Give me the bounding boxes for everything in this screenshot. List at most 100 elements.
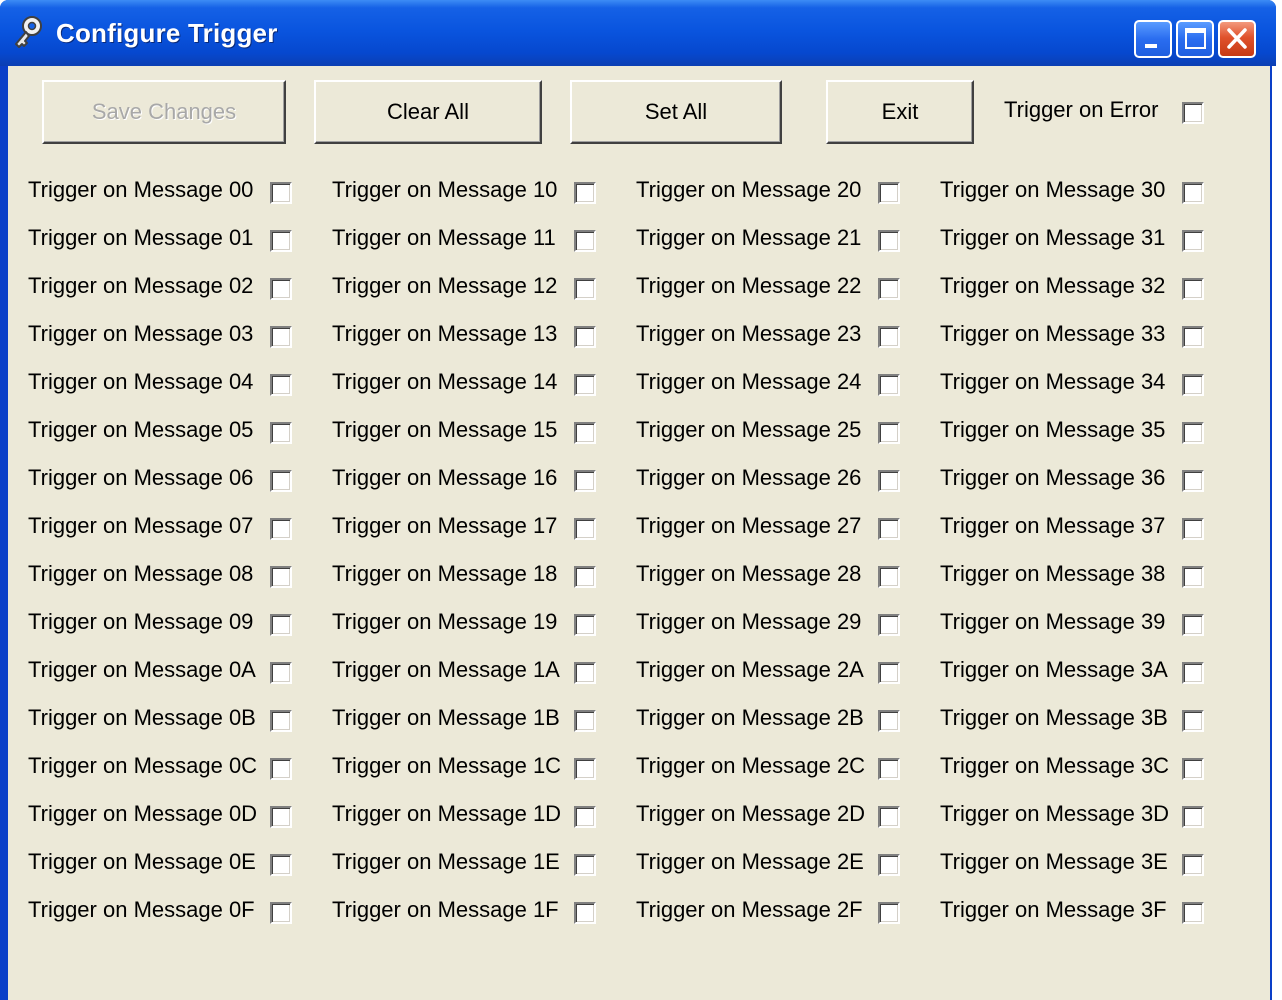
message-trigger-label: Trigger on Message 12 — [332, 273, 558, 298]
message-trigger-label: Trigger on Message 06 — [28, 465, 254, 490]
message-trigger-checkbox[interactable] — [574, 470, 596, 492]
message-trigger-checkbox[interactable] — [1182, 182, 1204, 204]
message-trigger-label: Trigger on Message 15 — [332, 417, 558, 442]
message-trigger-checkbox[interactable] — [574, 806, 596, 828]
message-trigger-label: Trigger on Message 3A — [940, 657, 1168, 682]
message-trigger-checkbox[interactable] — [270, 614, 292, 636]
message-trigger-checkbox[interactable] — [574, 758, 596, 780]
message-trigger-checkbox[interactable] — [574, 422, 596, 444]
message-trigger-checkbox[interactable] — [574, 518, 596, 540]
message-trigger-label: Trigger on Message 35 — [940, 417, 1166, 442]
message-trigger-checkbox[interactable] — [878, 758, 900, 780]
message-trigger-checkbox[interactable] — [270, 710, 292, 732]
message-trigger-checkbox[interactable] — [270, 662, 292, 684]
message-trigger-checkbox[interactable] — [270, 566, 292, 588]
message-trigger-checkbox[interactable] — [574, 614, 596, 636]
message-trigger-checkbox[interactable] — [1182, 326, 1204, 348]
message-trigger-checkbox[interactable] — [574, 278, 596, 300]
message-trigger-checkbox[interactable] — [270, 230, 292, 252]
message-trigger-checkbox[interactable] — [270, 422, 292, 444]
message-trigger-checkbox[interactable] — [878, 278, 900, 300]
close-button[interactable] — [1218, 20, 1256, 58]
title-bar[interactable]: Configure Trigger — [0, 0, 1276, 66]
message-trigger-checkbox[interactable] — [1182, 710, 1204, 732]
message-trigger-checkbox[interactable] — [878, 902, 900, 924]
message-trigger-label: Trigger on Message 32 — [940, 273, 1166, 298]
exit-button[interactable]: Exit — [826, 80, 974, 144]
message-trigger-checkbox[interactable] — [270, 326, 292, 348]
message-trigger-label: Trigger on Message 11 — [332, 225, 556, 250]
message-trigger-checkbox[interactable] — [1182, 854, 1204, 876]
clear-all-button[interactable]: Clear All — [314, 80, 542, 144]
message-trigger-label: Trigger on Message 3B — [940, 705, 1168, 730]
message-trigger-label: Trigger on Message 28 — [636, 561, 862, 586]
message-trigger-checkbox[interactable] — [270, 806, 292, 828]
message-trigger-checkbox[interactable] — [270, 374, 292, 396]
message-trigger-checkbox[interactable] — [878, 614, 900, 636]
trigger-on-error-checkbox[interactable] — [1182, 102, 1204, 124]
set-all-button[interactable]: Set All — [570, 80, 782, 144]
message-trigger-checkbox[interactable] — [1182, 902, 1204, 924]
message-trigger-checkbox[interactable] — [1182, 374, 1204, 396]
message-trigger-label: Trigger on Message 34 — [940, 369, 1166, 394]
message-trigger-checkbox[interactable] — [878, 566, 900, 588]
wrench-key-icon — [10, 12, 48, 52]
message-trigger-checkbox[interactable] — [1182, 614, 1204, 636]
message-trigger-checkbox[interactable] — [878, 662, 900, 684]
message-trigger-label: Trigger on Message 23 — [636, 321, 862, 346]
message-trigger-checkbox[interactable] — [270, 902, 292, 924]
message-trigger-checkbox[interactable] — [574, 230, 596, 252]
message-trigger-checkbox[interactable] — [878, 182, 900, 204]
window-title: Configure Trigger — [56, 18, 278, 48]
message-trigger-checkbox[interactable] — [574, 662, 596, 684]
message-trigger-checkbox[interactable] — [574, 374, 596, 396]
message-trigger-label: Trigger on Message 0C — [28, 753, 258, 778]
message-trigger-label: Trigger on Message 03 — [28, 321, 254, 346]
message-trigger-checkbox[interactable] — [878, 326, 900, 348]
save-changes-button[interactable]: Save Changes — [42, 80, 286, 144]
message-trigger-checkbox[interactable] — [270, 470, 292, 492]
message-trigger-checkbox[interactable] — [878, 470, 900, 492]
message-trigger-checkbox[interactable] — [1182, 470, 1204, 492]
message-trigger-label: Trigger on Message 30 — [940, 177, 1166, 202]
message-trigger-checkbox[interactable] — [878, 230, 900, 252]
message-trigger-checkbox[interactable] — [1182, 422, 1204, 444]
message-trigger-label: Trigger on Message 17 — [332, 513, 558, 538]
message-trigger-label: Trigger on Message 37 — [940, 513, 1166, 538]
message-trigger-checkbox[interactable] — [1182, 278, 1204, 300]
message-trigger-checkbox[interactable] — [878, 518, 900, 540]
message-trigger-checkbox[interactable] — [574, 566, 596, 588]
message-trigger-checkbox[interactable] — [878, 422, 900, 444]
message-trigger-label: Trigger on Message 05 — [28, 417, 254, 442]
message-trigger-checkbox[interactable] — [878, 374, 900, 396]
message-trigger-checkbox[interactable] — [574, 326, 596, 348]
message-trigger-checkbox[interactable] — [574, 182, 596, 204]
message-trigger-checkbox[interactable] — [270, 854, 292, 876]
message-trigger-checkbox[interactable] — [1182, 566, 1204, 588]
dialog-client-area: Save Changes Clear All Set All Exit Trig… — [8, 66, 1270, 1000]
message-trigger-checkbox[interactable] — [878, 710, 900, 732]
message-trigger-label: Trigger on Message 0A — [28, 657, 256, 682]
maximize-button[interactable] — [1176, 20, 1214, 58]
message-trigger-checkbox[interactable] — [270, 758, 292, 780]
message-trigger-label: Trigger on Message 16 — [332, 465, 558, 490]
message-trigger-checkbox[interactable] — [878, 806, 900, 828]
message-trigger-checkbox[interactable] — [270, 518, 292, 540]
message-trigger-checkbox[interactable] — [574, 902, 596, 924]
message-trigger-checkbox[interactable] — [878, 854, 900, 876]
message-trigger-checkbox[interactable] — [1182, 758, 1204, 780]
message-trigger-checkbox[interactable] — [1182, 518, 1204, 540]
minimize-button[interactable] — [1134, 20, 1172, 58]
message-trigger-checkbox[interactable] — [574, 710, 596, 732]
close-icon — [1227, 28, 1247, 49]
message-trigger-checkbox[interactable] — [1182, 806, 1204, 828]
message-trigger-checkbox[interactable] — [1182, 662, 1204, 684]
message-trigger-label: Trigger on Message 18 — [332, 561, 558, 586]
message-trigger-label: Trigger on Message 22 — [636, 273, 862, 298]
message-trigger-label: Trigger on Message 1C — [332, 753, 562, 778]
message-trigger-checkbox[interactable] — [270, 182, 292, 204]
message-trigger-checkbox[interactable] — [574, 854, 596, 876]
message-trigger-checkbox[interactable] — [1182, 230, 1204, 252]
message-trigger-checkbox[interactable] — [270, 278, 292, 300]
message-trigger-label: Trigger on Message 26 — [636, 465, 862, 490]
